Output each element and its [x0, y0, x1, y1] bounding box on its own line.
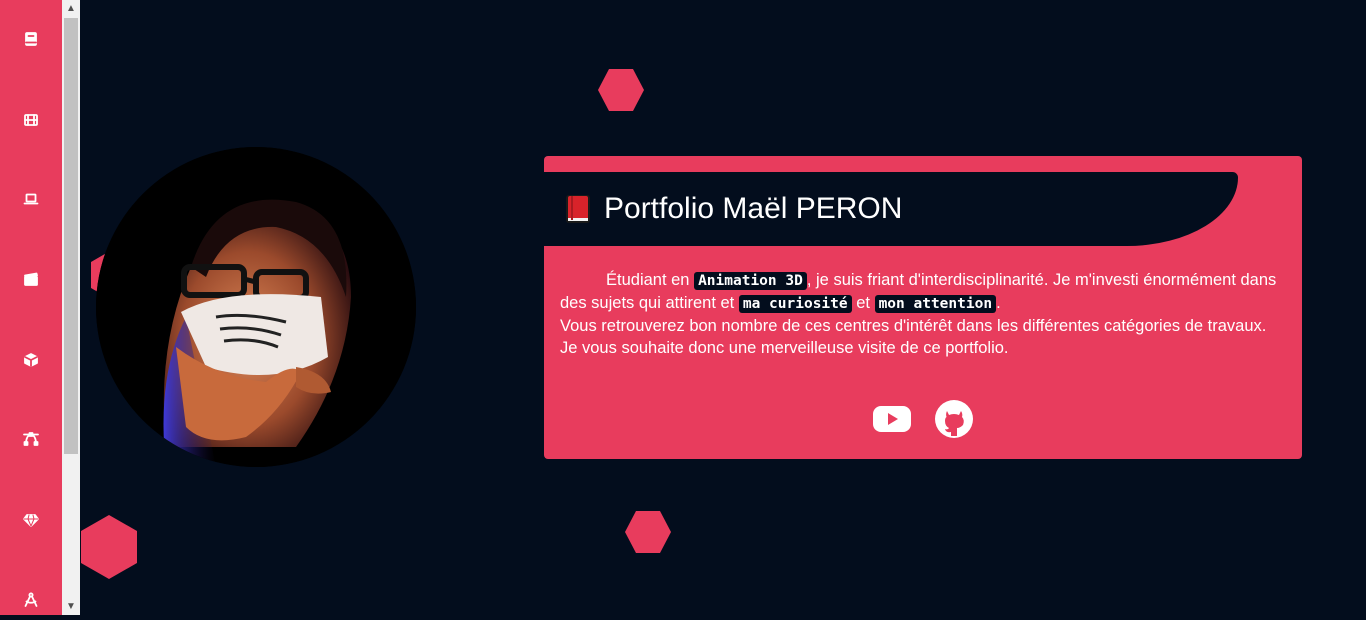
sidebar: [0, 0, 62, 615]
film-icon: [24, 114, 38, 126]
scrollbar[interactable]: ▲ ▼: [62, 0, 80, 615]
keyword-animation: Animation 3D: [694, 272, 807, 290]
profile-photo: [96, 147, 416, 467]
bezier-curve-icon: [23, 432, 39, 446]
clapperboard-icon: [24, 272, 38, 286]
hexagon-decoration: [625, 511, 671, 553]
hexagon-decoration: [598, 69, 644, 111]
nav-item-web[interactable]: [0, 179, 62, 219]
social-links: [544, 399, 1302, 439]
nav-item-portfolio[interactable]: [0, 19, 62, 59]
hexagon-decoration: [81, 515, 137, 579]
gem-icon: [23, 514, 39, 527]
intro-text: Étudiant en Animation 3D, je suis friant…: [560, 269, 1284, 359]
scroll-thumb[interactable]: [64, 18, 78, 454]
cube-icon: [24, 353, 38, 367]
scroll-up-button[interactable]: ▲: [62, 0, 80, 17]
scroll-down-button[interactable]: ▼: [62, 598, 80, 615]
nav-item-cinema[interactable]: [0, 259, 62, 299]
welcome-text: Je vous souhaite donc une merveilleuse v…: [560, 339, 1009, 357]
intro-text-part: Étudiant en: [606, 271, 695, 289]
youtube-link[interactable]: [872, 399, 912, 439]
keyword-curiosity: ma curiosité: [738, 295, 852, 313]
profile-illustration: [96, 147, 416, 467]
intro-text-part: et: [851, 294, 875, 312]
main-content: Portfolio Maël PERON Étudiant en Animati…: [80, 0, 1366, 615]
intro-card: Portfolio Maël PERON Étudiant en Animati…: [544, 156, 1302, 459]
nav-item-drafting[interactable]: [0, 580, 62, 620]
nav-item-jewelry[interactable]: [0, 500, 62, 540]
youtube-icon: [873, 406, 911, 432]
categories-text: Vous retrouverez bon nombre de ces centr…: [560, 317, 1267, 335]
red-book-icon: [566, 195, 590, 223]
github-icon: [935, 400, 973, 438]
title-text: Portfolio Maël PERON: [604, 192, 903, 225]
page-title: Portfolio Maël PERON: [562, 192, 902, 226]
nav-item-design[interactable]: [0, 419, 62, 459]
book-icon: [25, 32, 37, 46]
github-link[interactable]: [934, 399, 974, 439]
compass-drafting-icon: [24, 592, 38, 607]
nav-item-video[interactable]: [0, 100, 62, 140]
nav-item-3d[interactable]: [0, 340, 62, 380]
keyword-attention: mon attention: [874, 295, 997, 313]
laptop-icon: [23, 193, 39, 205]
intro-paragraph: Étudiant en Animation 3D, je suis friant…: [560, 269, 1284, 315]
intro-text-part: .: [996, 294, 1001, 312]
